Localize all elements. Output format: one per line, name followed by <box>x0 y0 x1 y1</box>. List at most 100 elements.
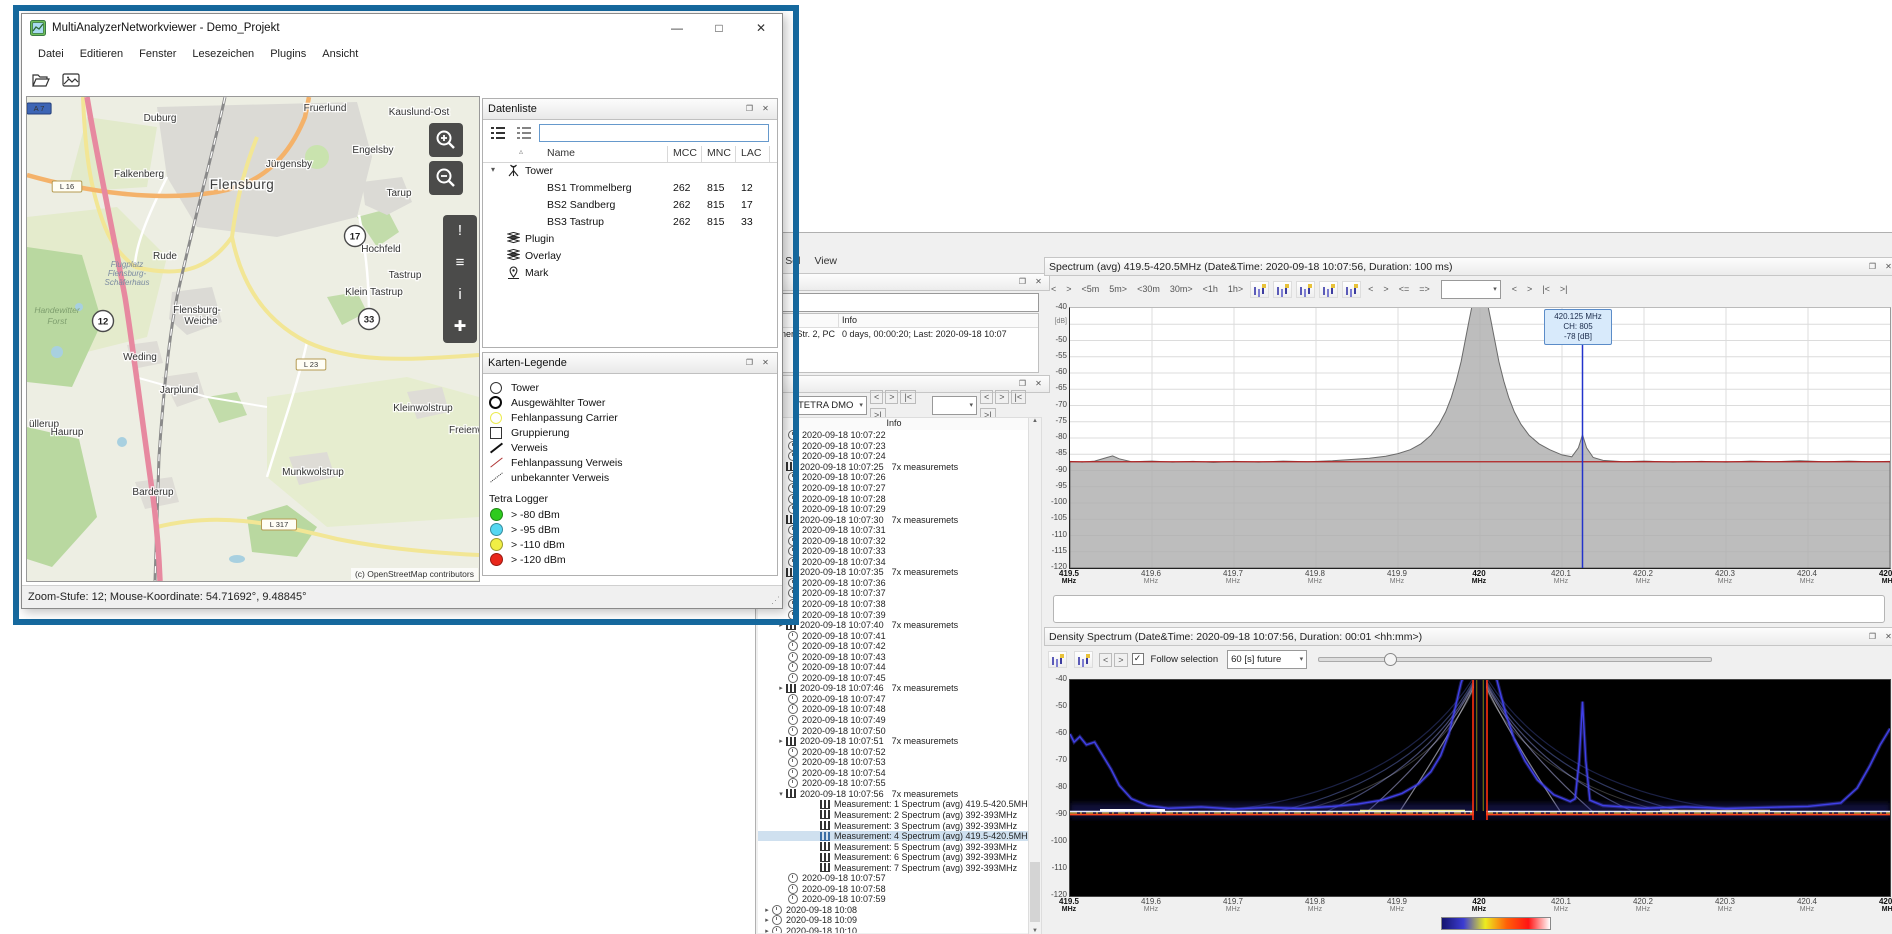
secondary-combo[interactable]: ▾ <box>931 395 978 415</box>
close-button[interactable]: ✕ <box>740 15 782 41</box>
zoom-range-button[interactable]: <30m <box>1132 281 1165 297</box>
list-icon[interactable]: ≡ <box>456 248 465 278</box>
timestamp-row[interactable]: 2020-09-18 10:07:57 <box>758 873 1028 884</box>
expander-icon[interactable]: ▾ <box>491 165 495 174</box>
menu-item-fenster[interactable]: Fenster <box>131 45 184 63</box>
timestamp-row[interactable]: 2020-09-18 10:07:58 <box>758 883 1028 895</box>
measurement-row[interactable]: Measurement: 4 Spectrum (avg) 419.5-420.… <box>758 830 1028 842</box>
timestamp-row[interactable]: 2020-09-18 10:07:44 <box>758 662 1028 673</box>
menu-item-view[interactable]: View <box>814 255 837 271</box>
nav-button[interactable]: > <box>885 390 899 404</box>
timestamp-row[interactable]: 2020-09-18 10:07:41 <box>758 630 1028 641</box>
nav-button[interactable]: < <box>980 390 994 404</box>
timestamp-row[interactable]: 2020-09-18 10:07:50 <box>758 725 1028 736</box>
close-icon[interactable]: ✕ <box>759 103 772 115</box>
measurement-row[interactable]: Measurement: 3 Spectrum (avg) 392-393MHz <box>758 820 1028 831</box>
export-icon[interactable] <box>1342 280 1362 298</box>
info-icon[interactable]: i <box>458 280 461 310</box>
timestamp-row[interactable]: 2020-09-18 10:07:45 <box>758 672 1028 684</box>
table-row[interactable]: BS2 Sandberg 262 815 17 <box>483 197 777 214</box>
zoom-range-button[interactable]: 30m> <box>1165 281 1198 297</box>
measurement-row[interactable]: Measurement: 6 Spectrum (avg) 392-393MHz <box>758 852 1028 863</box>
expander-icon[interactable]: ▸ <box>762 916 772 924</box>
open-project-button[interactable] <box>28 68 54 92</box>
info-filter-input[interactable] <box>761 293 1039 312</box>
timestamp-row[interactable]: ▸ 2020-09-18 10:08 <box>758 904 1028 916</box>
maximize-button[interactable]: □ <box>698 15 740 41</box>
statistic-icon[interactable] <box>1319 280 1339 298</box>
zoom-range-button[interactable]: <1h <box>1198 281 1223 297</box>
image-button[interactable] <box>58 68 84 92</box>
zoom-in-button[interactable] <box>429 123 463 157</box>
float-icon[interactable]: ❐ <box>743 103 756 115</box>
nav-button[interactable]: > <box>1114 653 1128 667</box>
tower-marker[interactable]: 33 <box>357 307 381 331</box>
column-name[interactable]: Name <box>547 147 575 159</box>
expander-icon[interactable]: ▸ <box>762 906 772 914</box>
titlebar[interactable]: MultiAnalyzerNetworkviewer - Demo_Projek… <box>22 14 782 42</box>
timestamp-row[interactable]: 2020-09-18 10:07:48 <box>758 704 1028 715</box>
measurement-row[interactable]: Measurement: 5 Spectrum (avg) 392-393MHz <box>758 841 1028 852</box>
compact-view-button[interactable] <box>513 124 535 142</box>
map-view[interactable]: Fruerlund Kauslund-Ost Duburg Engelsby Jürge… <box>26 96 480 582</box>
nav-button[interactable]: > <box>995 390 1009 404</box>
timestamp-row[interactable]: 2020-09-18 10:07:47 <box>758 693 1028 705</box>
table-row[interactable]: Meitner Str. 2, PC 0 days, 00:00:20; Las… <box>762 328 1038 341</box>
timestamp-row[interactable]: ▸ 2020-09-18 10:09 <box>758 915 1028 926</box>
float-icon[interactable]: ❐ <box>743 357 756 369</box>
zoom-out-button[interactable] <box>429 161 463 195</box>
timestamp-row[interactable]: 2020-09-18 10:07:59 <box>758 894 1028 905</box>
scroll-down-arrow[interactable]: ▼ <box>1029 928 1041 934</box>
menu-item-lesezeichen[interactable]: Lesezeichen <box>184 45 262 63</box>
menu-item-editieren[interactable]: Editieren <box>72 45 131 63</box>
tree-group-plugin[interactable]: Plugin <box>483 231 777 248</box>
datenliste-column-headers[interactable]: ▵ Name MCC MNC LAC <box>483 146 777 163</box>
chart-tool-icon[interactable] <box>1296 280 1316 298</box>
spectrum-combo[interactable]: ▾ <box>1440 279 1501 299</box>
page-button[interactable]: > <box>1522 281 1537 297</box>
search-input[interactable] <box>539 124 769 142</box>
nav-button[interactable]: < <box>869 390 884 404</box>
timestamp-row[interactable]: ▸ 2020-09-18 10:07:51 7x measuremets <box>758 736 1028 747</box>
goto-selection-icon[interactable] <box>1048 650 1067 668</box>
page-button[interactable]: >| <box>1555 281 1573 297</box>
tree-group-overlay[interactable]: Overlay <box>483 248 777 265</box>
expander-icon[interactable]: ▾ <box>776 790 786 798</box>
timestamp-row[interactable]: 2020-09-18 10:07:53 <box>758 757 1028 768</box>
follow-selection-checkbox[interactable]: ✓ <box>1131 653 1144 665</box>
nav-button[interactable]: |< <box>900 390 917 404</box>
close-icon[interactable]: ✕ <box>1882 261 1892 273</box>
spectrum-plot[interactable] <box>1069 307 1891 569</box>
scroll-thumb[interactable] <box>1030 862 1040 922</box>
future-window-combo[interactable]: 60 [s] future ▾ <box>1227 649 1308 669</box>
timestamp-row[interactable]: ▾ 2020-09-18 10:07:56 7x measuremets <box>758 789 1028 800</box>
float-icon[interactable]: ❐ <box>1866 631 1879 643</box>
timestamp-row[interactable]: 2020-09-18 10:07:54 <box>758 767 1028 779</box>
tower-marker[interactable]: 17 <box>343 224 367 248</box>
measurement-row[interactable]: Measurement: 1 Spectrum (avg) 419.5-420.… <box>758 799 1028 810</box>
measurement-type-combo[interactable]: TETRA DMO ▾ <box>794 395 867 415</box>
datenliste-header[interactable]: Datenliste ❐ ✕ <box>483 99 777 120</box>
timestamp-row[interactable]: 2020-09-18 10:07:52 <box>758 746 1028 757</box>
tower-marker[interactable]: 12 <box>91 309 115 333</box>
list-view-button[interactable] <box>487 124 509 142</box>
slider-knob[interactable] <box>1384 652 1398 666</box>
page-button[interactable]: < <box>1507 281 1522 297</box>
table-row[interactable]: BS3 Tastrup 262 815 33 <box>483 214 777 231</box>
legende-header[interactable]: Karten-Legende ❐ ✕ <box>483 353 777 374</box>
close-icon[interactable]: ✕ <box>1882 631 1892 643</box>
step-button[interactable]: <= <box>1394 281 1415 297</box>
timestamp-row[interactable]: 2020-09-18 10:07:55 <box>758 778 1028 789</box>
expander-icon[interactable]: ▸ <box>776 684 786 692</box>
step-button[interactable]: > <box>1378 281 1393 297</box>
zoom-range-button[interactable]: <5m <box>1077 281 1105 297</box>
nav-button[interactable]: < <box>1046 281 1061 297</box>
timestamp-row[interactable]: ▸ 2020-09-18 10:10 <box>758 925 1028 933</box>
measurement-row[interactable]: Measurement: 7 Spectrum (avg) 392-393MHz <box>758 862 1028 873</box>
expander-icon[interactable]: ▸ <box>776 737 786 745</box>
column-mcc[interactable]: MCC <box>673 147 697 159</box>
column-lac[interactable]: LAC <box>741 147 761 159</box>
menu-item-datei[interactable]: Datei <box>30 45 72 63</box>
goto-selection-icon[interactable] <box>1250 280 1270 298</box>
close-icon[interactable]: ✕ <box>1032 276 1045 288</box>
